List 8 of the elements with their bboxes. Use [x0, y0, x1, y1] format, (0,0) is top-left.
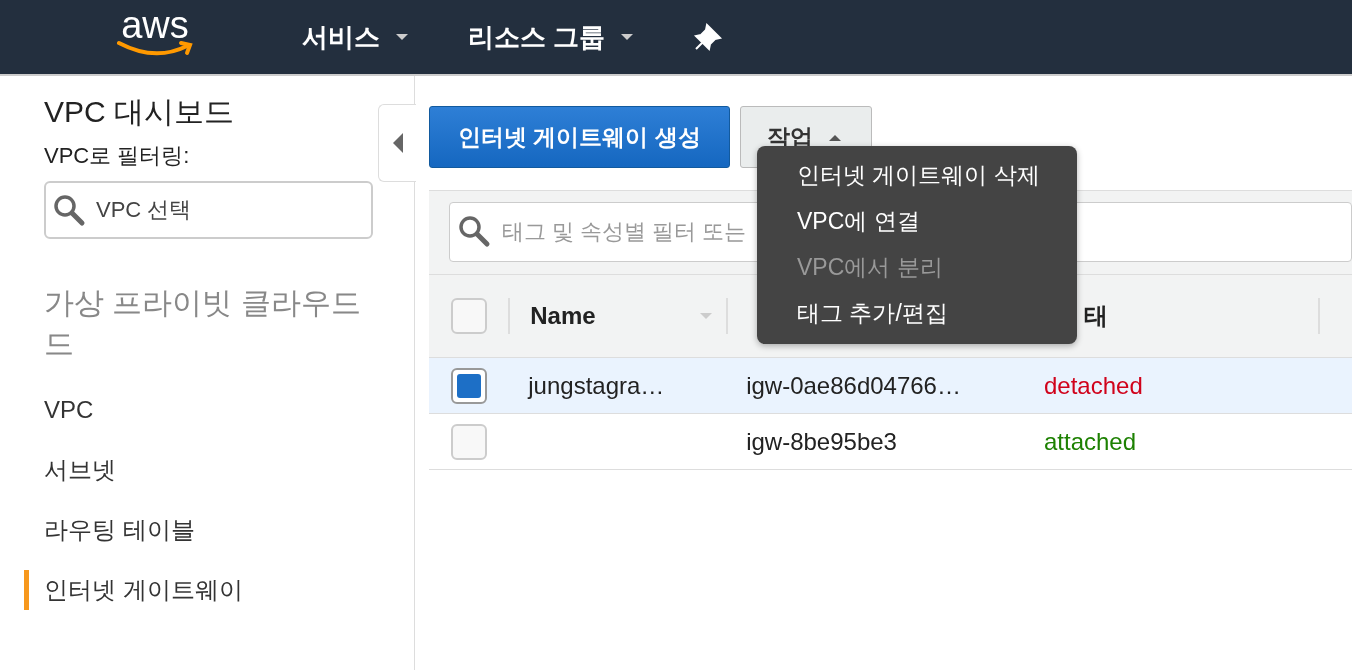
- table-cell-text: igw-8be95be3: [745, 427, 897, 455]
- status-text: attached: [1042, 427, 1137, 455]
- table-cell-text: jungstagra…: [526, 371, 665, 399]
- table-cell-text: igw-0ae86d04766…: [745, 371, 961, 399]
- status-text: detached: [1042, 371, 1143, 399]
- sidebar-title: VPC 대시보드: [44, 94, 235, 130]
- section-heading: 가상 프라이빗 클라우드 드: [44, 285, 362, 362]
- filter-label: VPC로 필터링:: [44, 142, 190, 170]
